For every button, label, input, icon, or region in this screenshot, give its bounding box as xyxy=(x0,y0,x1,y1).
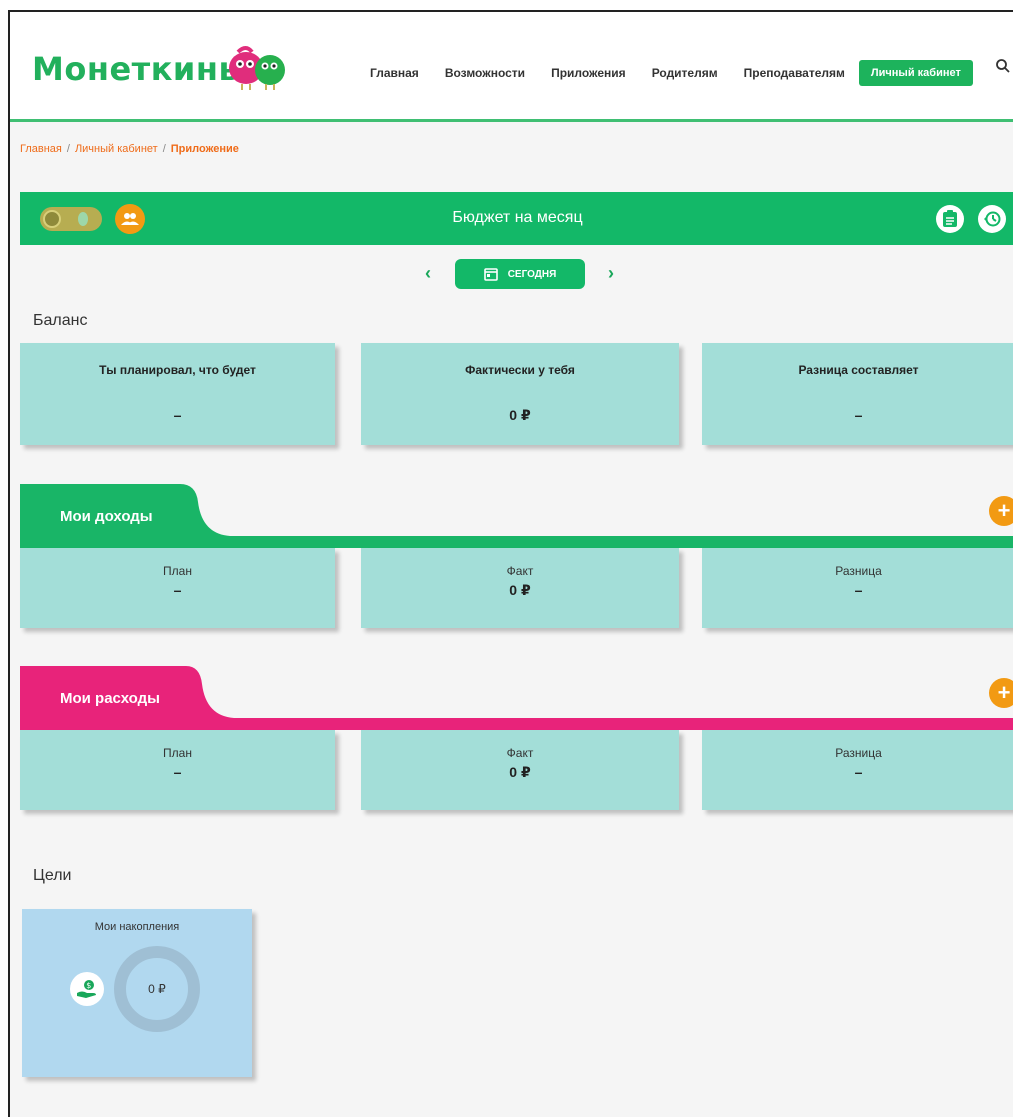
add-income-button[interactable]: + xyxy=(989,496,1013,526)
nav-features[interactable]: Возможности xyxy=(445,66,525,80)
breadcrumb-cabinet[interactable]: Личный кабинет xyxy=(75,143,158,155)
budget-bar: Бюджет на месяц xyxy=(20,192,1013,245)
breadcrumb: Главная / Личный кабинет / Приложение xyxy=(20,143,239,155)
goals-label: Цели xyxy=(33,867,72,884)
app-frame: Монеткины Главная Возможности Приложения… xyxy=(8,10,1013,1117)
money-hand-icon: $ xyxy=(77,980,96,998)
income-card-fact: Факт 0 ₽ xyxy=(361,548,679,628)
date-nav: ‹ СЕГОДНЯ › xyxy=(20,257,1013,293)
card-value: – xyxy=(173,582,182,598)
card-value: 0 ₽ xyxy=(509,582,531,598)
nav-apps[interactable]: Приложения xyxy=(551,66,626,80)
card-value: – xyxy=(173,764,182,780)
income-title: Мои доходы xyxy=(60,508,153,525)
expenses-card-fact: Факт 0 ₽ xyxy=(361,730,679,810)
expenses-card-difference: Разница – xyxy=(702,730,1013,810)
card-value: – xyxy=(854,764,863,780)
card-value: 0 ₽ xyxy=(509,764,531,780)
prev-period-button[interactable]: ‹ xyxy=(425,263,431,284)
balance-card-planned: Ты планировал, что будет – xyxy=(20,343,335,445)
logo-birds-icon xyxy=(229,46,285,90)
expenses-tab-shape xyxy=(20,666,1013,730)
card-title: Ты планировал, что будет xyxy=(99,363,256,377)
card-value: – xyxy=(854,582,863,598)
card-title: Разница xyxy=(835,564,882,578)
balance-card-difference: Разница составляет – xyxy=(702,343,1013,445)
income-header: Мои доходы + xyxy=(20,484,1013,548)
clipboard-button[interactable] xyxy=(936,205,964,233)
savings-button[interactable]: $ xyxy=(70,972,104,1006)
add-expense-button[interactable]: + xyxy=(989,678,1013,708)
expenses-title: Мои расходы xyxy=(60,690,160,707)
today-button[interactable]: СЕГОДНЯ xyxy=(455,259,585,289)
cabinet-button[interactable]: Личный кабинет xyxy=(858,60,973,86)
site-header: Монеткины Главная Возможности Приложения… xyxy=(10,12,1013,122)
savings-goal-card[interactable]: Мои накопления $ 0 ₽ xyxy=(22,909,252,1077)
search-icon[interactable] xyxy=(995,58,1011,74)
goal-title: Мои накопления xyxy=(94,921,180,933)
nav-home[interactable]: Главная xyxy=(370,66,419,80)
card-title: Факт xyxy=(506,746,534,760)
card-title: Разница составляет xyxy=(798,363,919,377)
expenses-header: Мои расходы + xyxy=(20,666,1013,730)
savings-progress-ring: 0 ₽ xyxy=(114,946,200,1032)
income-tab-shape xyxy=(20,484,1013,548)
goal-amount: 0 ₽ xyxy=(148,982,166,996)
expenses-card-plan: План – xyxy=(20,730,335,810)
breadcrumb-separator: / xyxy=(66,143,70,155)
card-title: Разница xyxy=(835,746,882,760)
breadcrumb-current: Приложение xyxy=(170,143,239,155)
today-label: СЕГОДНЯ xyxy=(507,268,557,280)
budget-title: Бюджет на месяц xyxy=(452,209,583,226)
balance-card-actual: Фактически у тебя 0 ₽ xyxy=(361,343,679,445)
card-title: План xyxy=(163,746,192,760)
card-value: 0 ₽ xyxy=(509,407,531,423)
history-button[interactable] xyxy=(978,205,1006,233)
calendar-icon xyxy=(483,268,498,281)
income-card-plan: План – xyxy=(20,548,335,628)
main-nav: Главная Возможности Приложения Родителям… xyxy=(370,60,993,86)
next-period-button[interactable]: › xyxy=(608,263,614,284)
income-card-difference: Разница – xyxy=(702,548,1013,628)
balance-label: Баланс xyxy=(33,312,88,329)
card-title: Фактически у тебя xyxy=(465,363,575,377)
history-icon xyxy=(984,211,1001,227)
card-value: – xyxy=(854,407,863,423)
logo[interactable]: Монеткины xyxy=(32,50,248,88)
card-value: – xyxy=(173,407,182,423)
nav-parents[interactable]: Родителям xyxy=(652,66,718,80)
card-title: Факт xyxy=(506,564,534,578)
nav-teachers[interactable]: Преподавателям xyxy=(744,66,845,80)
clipboard-icon xyxy=(943,210,957,227)
svg-text:$: $ xyxy=(86,981,91,990)
breadcrumb-home[interactable]: Главная xyxy=(20,143,62,155)
card-title: План xyxy=(163,564,192,578)
breadcrumb-separator: / xyxy=(162,143,166,155)
